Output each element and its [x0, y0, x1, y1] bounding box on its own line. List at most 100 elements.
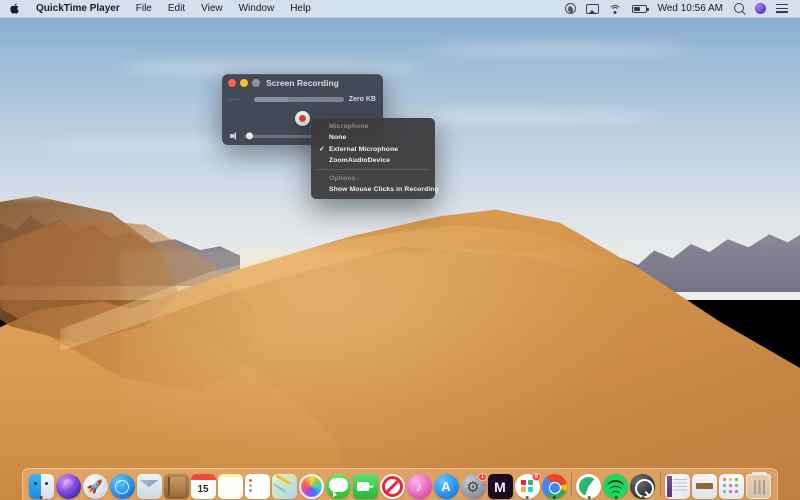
dock-item-slack[interactable]: 8 — [514, 469, 540, 499]
menu-option-external-microphone-label: External Microphone — [329, 146, 398, 153]
separator-1 — [571, 472, 572, 496]
running-indicator — [526, 496, 529, 499]
dock-item-photos[interactable] — [298, 469, 324, 499]
dock-item-notes[interactable] — [217, 469, 243, 499]
dock-item-applications-folder[interactable] — [719, 469, 745, 499]
slack-icon: 8 — [515, 474, 540, 499]
volume-slider-knob[interactable] — [246, 133, 253, 140]
green-app-icon — [576, 474, 601, 499]
dock-item-blocked-app[interactable] — [379, 469, 405, 499]
dock-item-itunes[interactable] — [406, 469, 432, 499]
dock-item-downloads-item[interactable] — [692, 469, 718, 499]
dock-item-documents-stack[interactable] — [665, 469, 691, 499]
desktop[interactable] — [0, 0, 800, 500]
dock-item-m-app[interactable] — [487, 469, 513, 499]
dock-item-app-store[interactable] — [433, 469, 459, 499]
safari-icon — [110, 474, 135, 499]
menu-item-help[interactable]: Help — [282, 0, 319, 17]
airplay-icon[interactable] — [581, 0, 604, 17]
dock-item-calendar[interactable] — [190, 469, 216, 499]
dock-item-reminders[interactable] — [244, 469, 270, 499]
notes-icon — [218, 474, 243, 499]
dock-item-trash[interactable] — [746, 469, 772, 499]
menu-separator — [316, 169, 430, 170]
menu-option-external-microphone[interactable]: ✓ External Microphone — [311, 143, 435, 154]
siri-circle-icon — [565, 3, 576, 14]
close-button[interactable] — [228, 79, 236, 87]
menu-bar-left: QuickTime Player File Edit View Window H… — [0, 0, 319, 17]
dock-item-launchpad[interactable] — [82, 469, 108, 499]
progress-bar[interactable] — [254, 97, 344, 102]
dock-item-chrome[interactable] — [541, 469, 567, 499]
dock-item-finder[interactable] — [28, 469, 54, 499]
menu-option-show-mouse-clicks[interactable]: Show Mouse Clicks in Recording — [311, 184, 435, 195]
menu-option-zoomaudiodevice-label: ZoomAudioDevice — [329, 157, 390, 164]
spotify-icon — [603, 474, 628, 499]
menu-bar-clock[interactable]: Wed 10:56 AM — [652, 3, 729, 14]
file-size-label: Zero KB — [349, 96, 376, 103]
siri-status-icon[interactable] — [560, 0, 581, 17]
menu-item-file[interactable]: File — [128, 0, 160, 17]
menu-option-zoomaudiodevice[interactable]: ZoomAudioDevice — [311, 155, 435, 166]
running-indicator — [642, 496, 645, 499]
notification-center-icon[interactable] — [771, 0, 793, 17]
dock-item-green-app[interactable] — [576, 469, 602, 499]
dock-item-mail[interactable] — [136, 469, 162, 499]
dock-item-facetime[interactable] — [352, 469, 378, 499]
menu-item-edit[interactable]: Edit — [160, 0, 193, 17]
dock-item-maps[interactable] — [271, 469, 297, 499]
dock: 18 — [22, 468, 778, 500]
documents-stack-icon — [665, 474, 690, 499]
dock-item-siri[interactable] — [55, 469, 81, 499]
siri-icon — [56, 474, 81, 499]
menu-option-show-mouse-clicks-label: Show Mouse Clicks in Recording — [329, 186, 439, 193]
wifi-icon[interactable] — [604, 0, 627, 17]
menu-app-name[interactable]: QuickTime Player — [28, 0, 128, 17]
trash-icon — [746, 474, 771, 499]
spotlight-search-icon[interactable] — [729, 0, 750, 17]
menu-option-none-label: None — [329, 134, 346, 141]
running-indicator — [615, 496, 618, 499]
timeline-row: --:-- Zero KB — [222, 92, 383, 107]
siri-icon[interactable] — [750, 0, 771, 17]
dock-item-spotify[interactable] — [603, 469, 629, 499]
itunes-icon — [407, 474, 432, 499]
zoom-button — [252, 79, 260, 87]
m-app-icon — [488, 474, 513, 499]
checkmark-icon: ✓ — [319, 145, 325, 153]
dock-item-safari[interactable] — [109, 469, 135, 499]
speaker-icon[interactable] — [230, 132, 239, 140]
dock-item-contacts[interactable] — [163, 469, 189, 499]
cloud-wisp — [430, 44, 690, 56]
slack-badge: 8 — [532, 473, 540, 481]
messages-icon — [326, 474, 351, 499]
quicktime-player-icon — [630, 474, 655, 499]
dock-item-messages[interactable] — [325, 469, 351, 499]
menu-section-microphone: Microphone — [311, 121, 435, 132]
downloads-item-icon — [692, 474, 717, 499]
menu-section-options: Options — [311, 173, 435, 184]
menu-bar: QuickTime Player File Edit View Window H… — [0, 0, 800, 18]
list-lines-icon — [776, 4, 788, 13]
dock-item-system-preferences[interactable]: 1 — [460, 469, 486, 499]
wifi-waves-icon — [609, 4, 622, 14]
window-titlebar[interactable]: Screen Recording — [222, 74, 383, 92]
airplay-display-icon — [586, 4, 599, 14]
menu-item-view[interactable]: View — [193, 0, 231, 17]
microphone-options-menu[interactable]: Microphone None ✓ External Microphone Zo… — [311, 118, 435, 199]
minimize-button[interactable] — [240, 79, 248, 87]
dock-item-quicktime-player[interactable] — [630, 469, 656, 499]
menu-option-none[interactable]: None — [311, 132, 435, 143]
launchpad-icon — [83, 474, 108, 499]
apple-menu-icon[interactable] — [0, 0, 28, 17]
record-button[interactable] — [295, 111, 310, 126]
battery-level-icon — [632, 5, 647, 13]
menu-bar-status-area: Wed 10:56 AM — [560, 0, 800, 17]
mail-icon — [137, 474, 162, 499]
chrome-icon — [542, 474, 567, 499]
menu-item-window[interactable]: Window — [231, 0, 283, 17]
photos-icon — [299, 474, 324, 499]
siri-orb-icon — [755, 3, 766, 14]
battery-icon[interactable] — [627, 0, 652, 17]
contacts-icon — [164, 474, 189, 499]
